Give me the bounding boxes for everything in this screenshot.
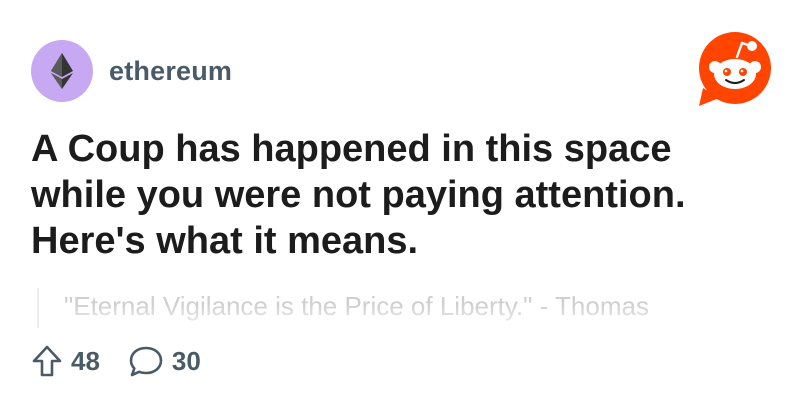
comment-bubble-icon [129, 346, 163, 377]
post-body-preview: "Eternal Vigilance is the Price of Liber… [37, 288, 757, 328]
reddit-logo[interactable] [697, 30, 773, 106]
subreddit-name[interactable]: ethereum [109, 56, 232, 87]
reddit-logo-icon [699, 32, 771, 106]
upvote-arrow-icon [32, 345, 62, 377]
post-stats: 48 30 [31, 344, 229, 378]
comment-button[interactable]: 30 [128, 344, 201, 378]
upvote-button[interactable]: 48 [31, 344, 100, 378]
ethereum-logo-icon [51, 53, 73, 89]
upvote-count: 48 [71, 345, 100, 376]
subreddit-avatar[interactable] [31, 40, 93, 102]
post-card[interactable]: ethereum A Coup has happened in this spa… [0, 0, 800, 419]
post-header: ethereum [31, 40, 232, 102]
comment-count: 30 [171, 345, 201, 376]
post-title[interactable]: A Coup has happened in this space while … [31, 126, 771, 264]
